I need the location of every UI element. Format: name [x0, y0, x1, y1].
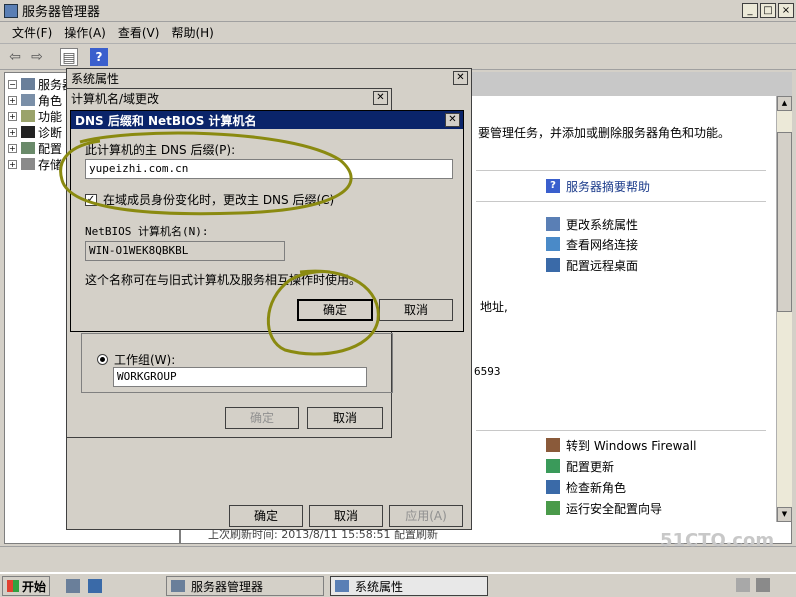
- annotation-circle-dns: [59, 131, 353, 216]
- tray-volume-icon[interactable]: [756, 578, 770, 592]
- server-manager-icon: [171, 580, 185, 592]
- system-properties-icon: [335, 580, 349, 592]
- task-label: 服务器管理器: [191, 579, 264, 594]
- task-label: 系统属性: [355, 579, 404, 594]
- annotation-overlay: [59, 131, 380, 356]
- quicklaunch-desktop-icon[interactable]: [88, 579, 102, 593]
- annotation-circle-ok: [266, 269, 380, 356]
- start-button[interactable]: 开始: [2, 576, 50, 596]
- tray-network-icon[interactable]: [736, 578, 750, 592]
- watermark: 51CTO.com: [660, 530, 775, 551]
- taskbar: 开始 服务器管理器 系统属性: [0, 572, 796, 597]
- taskbar-system-properties[interactable]: 系统属性: [330, 576, 488, 596]
- start-label: 开始: [22, 579, 47, 594]
- windows-logo-icon: [7, 580, 19, 592]
- quicklaunch-server-icon[interactable]: [66, 579, 80, 593]
- taskbar-server-manager[interactable]: 服务器管理器: [166, 576, 324, 596]
